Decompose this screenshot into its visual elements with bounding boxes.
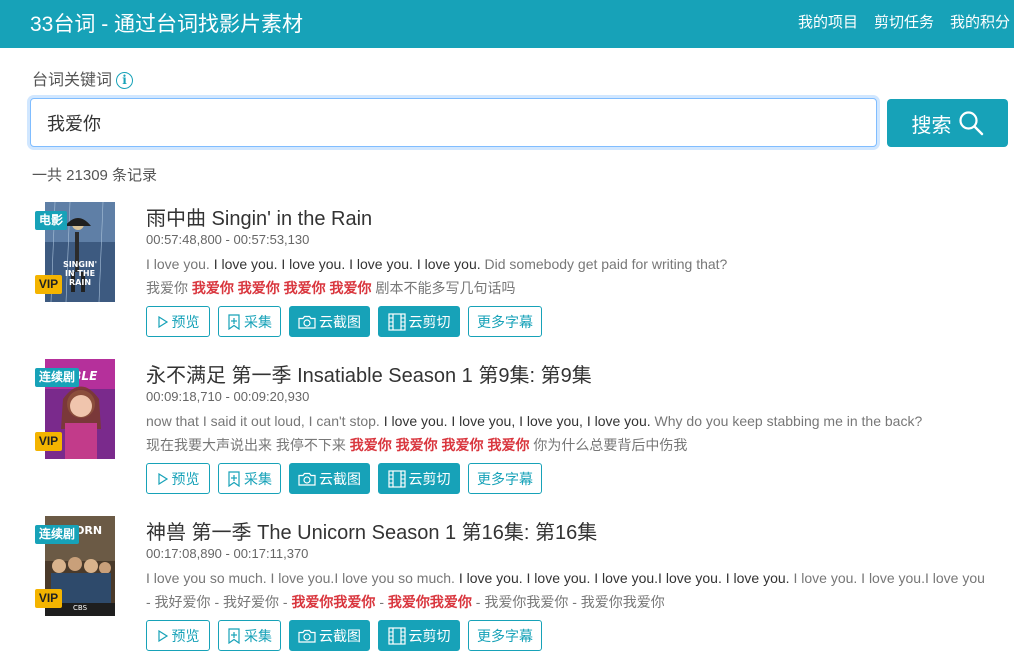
- more-subtitles-button[interactable]: 更多字幕: [468, 620, 542, 651]
- search-button[interactable]: 搜索: [887, 99, 1008, 147]
- preview-button[interactable]: 预览: [146, 463, 210, 494]
- nav-my-projects[interactable]: 我的项目: [798, 14, 858, 31]
- cut-button[interactable]: 云剪切: [378, 463, 460, 494]
- result-item: ABLE 连续剧 VIP 永不满足 第一季 Insatiable Season …: [0, 359, 1014, 509]
- subtitle-en: now that I said it out loud, I can't sto…: [146, 413, 923, 429]
- result-count: 一共 21309 条记录: [32, 167, 158, 184]
- film-icon: [387, 312, 406, 331]
- keyword-label: 台词关键词 i: [32, 66, 134, 90]
- camera-icon: [298, 629, 316, 643]
- result-item: SINGIN' IN THE RAIN 电影 VIP 雨中曲 Singin' i…: [0, 202, 1014, 352]
- play-icon: [157, 472, 168, 485]
- keyword-label-text: 台词关键词: [32, 72, 113, 89]
- nav-cut-tasks[interactable]: 剪切任务: [874, 14, 934, 31]
- top-nav: 我的项目 剪切任务 我的积分: [798, 11, 1014, 32]
- type-badge: 电影: [35, 211, 68, 230]
- result-item: CORN CBS 连续剧 VIP 神兽 第一季 The Unicorn Seas…: [0, 516, 1014, 666]
- screenshot-button[interactable]: 云截图: [289, 306, 370, 337]
- subtitle-en: I love you so much. I love you.I love yo…: [146, 570, 985, 586]
- result-title[interactable]: 雨中曲 Singin' in the Rain: [146, 202, 372, 231]
- nav-my-points[interactable]: 我的积分: [950, 14, 1010, 31]
- subtitle-en: I love you. I love you. I love you. I lo…: [146, 256, 728, 272]
- top-navbar: 33台词 - 通过台词找影片素材 我的项目 剪切任务 我的积分: [0, 0, 1014, 48]
- timestamp: 00:09:18,710 - 00:09:20,930: [146, 389, 310, 404]
- bookmark-plus-icon: [228, 313, 240, 330]
- film-icon: [387, 626, 406, 645]
- timestamp: 00:17:08,890 - 00:17:11,370: [146, 546, 309, 561]
- site-title[interactable]: 33台词 - 通过台词找影片素材: [30, 8, 303, 38]
- poster-text: SINGIN': [62, 260, 98, 269]
- more-subtitles-button[interactable]: 更多字幕: [468, 463, 542, 494]
- film-icon: [387, 469, 406, 488]
- result-title[interactable]: 神兽 第一季 The Unicorn Season 1 第16集: 第16集: [146, 516, 597, 545]
- preview-button[interactable]: 预览: [146, 620, 210, 651]
- camera-icon: [298, 472, 316, 486]
- screenshot-button[interactable]: 云截图: [289, 463, 370, 494]
- collect-button[interactable]: 采集: [218, 306, 281, 337]
- subtitle-zh: - 我好爱你 - 我好爱你 - 我爱你我爱你 - 我爱你我爱你 - 我爱你我爱你…: [146, 594, 665, 610]
- collect-button[interactable]: 采集: [218, 463, 281, 494]
- collect-button[interactable]: 采集: [218, 620, 281, 651]
- subtitle-zh: 现在我要大声说出来 我停不下来 我爱你 我爱你 我爱你 我爱你 你为什么总要背后…: [146, 437, 688, 453]
- poster-text: CBS: [73, 604, 88, 612]
- cut-button[interactable]: 云剪切: [378, 620, 460, 651]
- preview-button[interactable]: 预览: [146, 306, 210, 337]
- cut-button[interactable]: 云剪切: [378, 306, 460, 337]
- timestamp: 00:57:48,800 - 00:57:53,130: [146, 232, 310, 247]
- search-button-label: 搜索: [911, 114, 952, 137]
- subtitle-zh: 我爱你 我爱你 我爱你 我爱你 我爱你 剧本不能多写几句话吗: [146, 280, 516, 296]
- vip-badge: VIP: [35, 432, 62, 451]
- bookmark-plus-icon: [228, 627, 240, 644]
- vip-badge: VIP: [35, 275, 62, 294]
- bookmark-plus-icon: [228, 470, 240, 487]
- play-icon: [157, 629, 168, 642]
- vip-badge: VIP: [35, 589, 62, 608]
- info-icon[interactable]: i: [116, 72, 134, 89]
- more-subtitles-button[interactable]: 更多字幕: [468, 306, 542, 337]
- type-badge: 连续剧: [35, 525, 80, 544]
- play-icon: [157, 315, 168, 328]
- search-icon: [958, 111, 983, 136]
- camera-icon: [298, 315, 316, 329]
- screenshot-button[interactable]: 云截图: [289, 620, 370, 651]
- type-badge: 连续剧: [35, 368, 80, 387]
- search-input[interactable]: [30, 98, 877, 147]
- result-title[interactable]: 永不满足 第一季 Insatiable Season 1 第9集: 第9集: [146, 359, 592, 388]
